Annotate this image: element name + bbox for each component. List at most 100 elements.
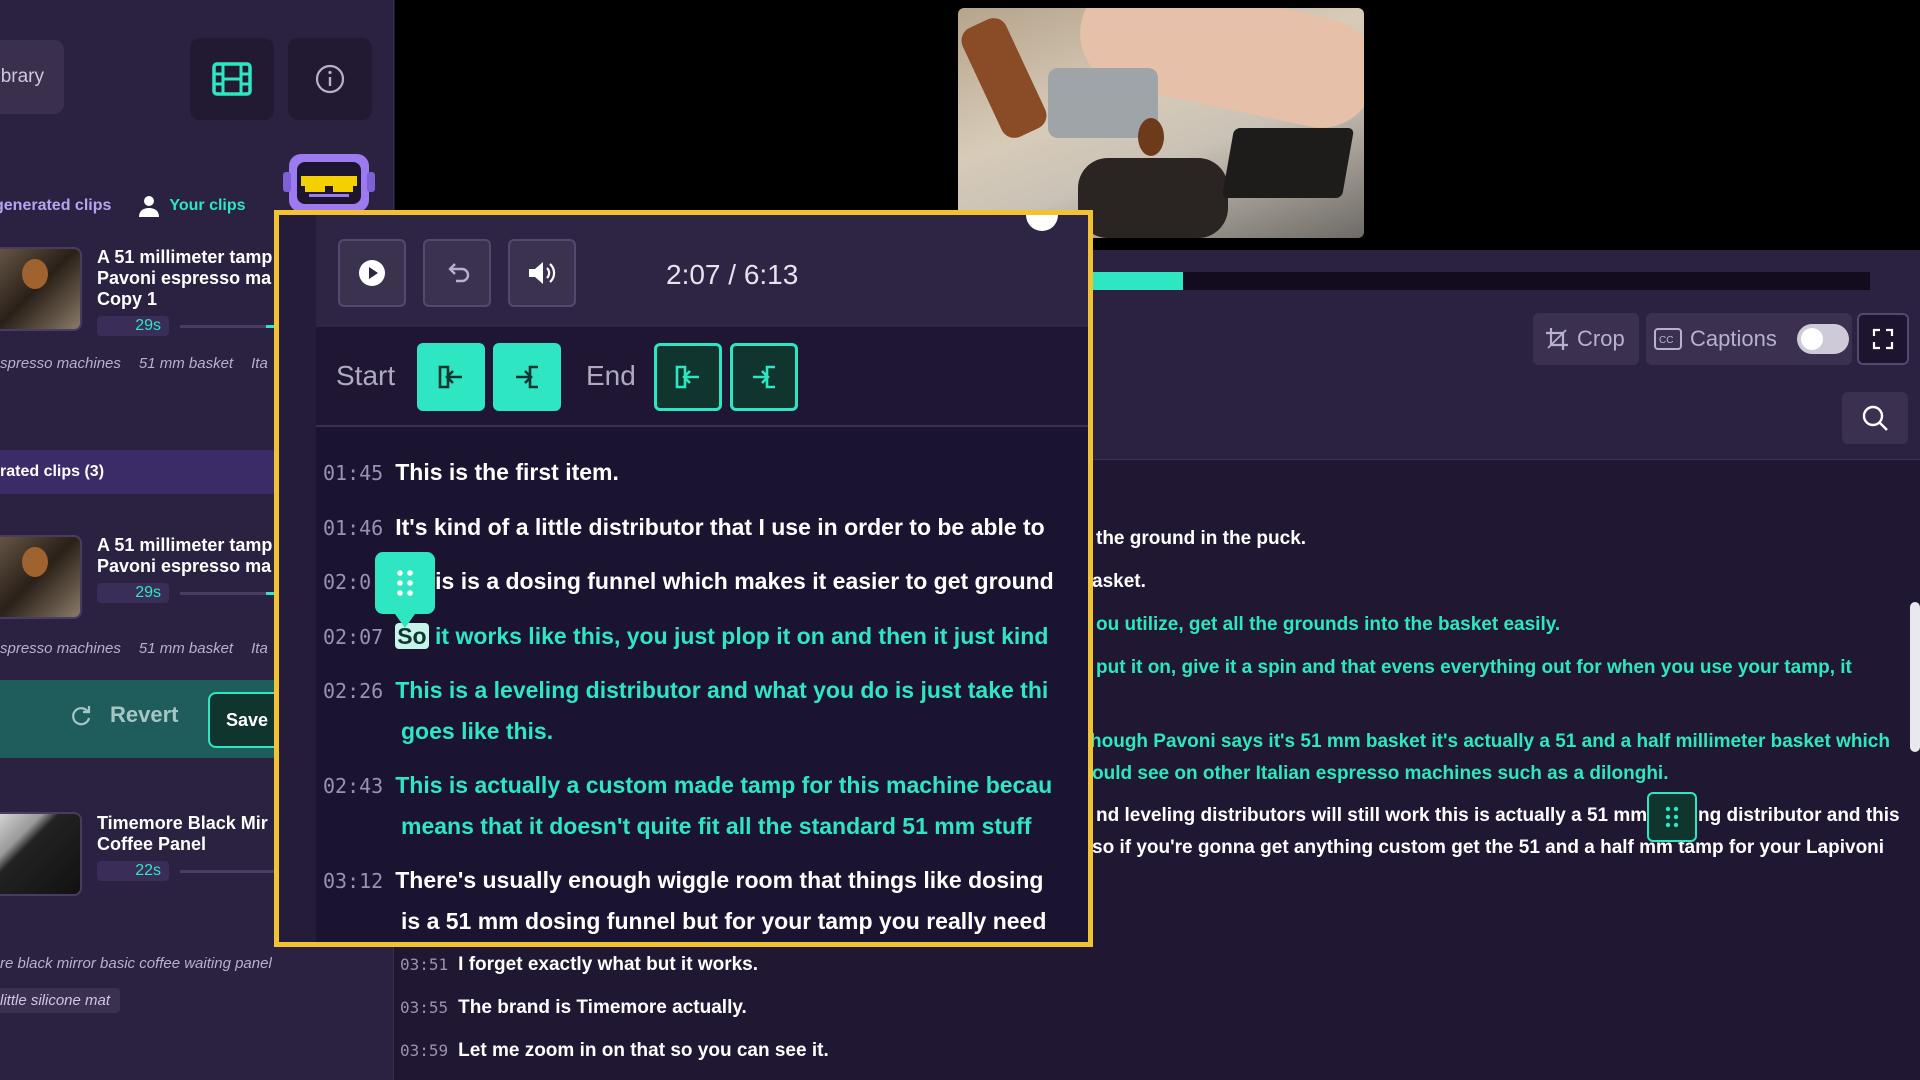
zoom-transcript-line[interactable]: 02:43 This is actually a custom made tamp… [323, 765, 1052, 806]
crop-button[interactable]: Crop [1533, 313, 1639, 365]
transcript-text: This is a leveling distributor and what … [395, 677, 1049, 703]
app-root: brary generated clips Your clips A 51 mi… [0, 0, 1920, 1080]
zoom-transcript-line[interactable]: 03:12 There's usually enough wiggle room … [323, 860, 1043, 901]
tab-your-clips-label: Your clips [169, 197, 246, 214]
crop-icon [1546, 328, 1568, 350]
transcript-line[interactable]: 03:55 The brand is Timemore actually. [400, 996, 747, 1020]
robot-mascot-icon [283, 154, 375, 212]
start-label: Start [336, 360, 396, 391]
transcript-text: This is actually a custom made tamp for … [395, 772, 1053, 798]
info-icon [315, 64, 345, 94]
clip-title: Timemore Black Mir Coffee Panel [97, 813, 268, 854]
clip-progress [180, 870, 280, 873]
clip-thumbnail [0, 535, 82, 619]
volume-icon [529, 262, 556, 284]
info-button[interactable] [288, 38, 372, 120]
drag-dots-icon [1665, 806, 1679, 828]
transcript-line[interactable]: ould see on other Italian espresso machi… [1092, 762, 1669, 786]
tag: spresso machines [0, 355, 121, 372]
film-button[interactable] [190, 38, 274, 120]
crop-label: Crop [1577, 326, 1625, 351]
transcript-text: This is the first item. [395, 459, 619, 485]
clip-tags: spresso machines 51 mm basket Ita [0, 640, 286, 657]
svg-text:CC: CC [1659, 335, 1673, 346]
clip-duration: 29s [97, 583, 169, 603]
undo-button[interactable] [423, 239, 491, 307]
clip-duration: 22s [97, 861, 169, 881]
arrow-in-icon [438, 365, 462, 389]
user-icon [139, 196, 160, 217]
clip-title: A 51 millimeter tamp Pavoni espresso ma … [97, 247, 273, 309]
transcript-scrollbar[interactable] [1910, 602, 1920, 752]
transcript-line[interactable]: put it on, give it a spin and that evens… [1096, 656, 1852, 680]
search-button[interactable] [1842, 392, 1908, 444]
captions-control[interactable]: CC Captions [1646, 313, 1852, 365]
clip-tag: re black mirror basic coffee waiting pan… [0, 955, 272, 972]
transcript-line[interactable]: ou utilize, get all the grounds into the… [1096, 613, 1560, 637]
end-set-out-button[interactable] [730, 343, 798, 411]
section-header: rated clips (3) [0, 450, 280, 494]
tag: spresso machines [0, 640, 121, 657]
arrow-out-icon [753, 365, 775, 389]
clip-tabs: generated clips Your clips [0, 195, 246, 217]
revert-button[interactable]: Revert [70, 702, 178, 728]
transcript-text: Let me zoom in on that so you can see it… [458, 1040, 829, 1061]
revert-label: Revert [110, 702, 179, 727]
timestamp: 03:12 [323, 869, 384, 893]
library-button[interactable]: brary [0, 40, 64, 114]
drag-dots-icon [397, 570, 413, 596]
zoom-drag-handle[interactable] [375, 552, 435, 628]
zoom-playback-bar: 2:07 / 6:13 [316, 215, 1088, 327]
zoom-transcript-line[interactable]: 02:26 This is a leveling distributor and … [323, 670, 1048, 711]
zoom-transcript-line[interactable]: 01:45 This is the first item. [323, 452, 619, 493]
transcript-line[interactable]: the ground in the puck. [1096, 527, 1306, 551]
play-button[interactable] [338, 239, 406, 307]
end-label: End [586, 360, 636, 391]
zoom-transcript-cont: goes like this. [401, 718, 554, 744]
transcript-line[interactable]: asket. [1092, 570, 1146, 594]
zoom-transcript-cont: means that it doesn't quite fit all the … [401, 813, 1032, 839]
start-set-in-button[interactable] [417, 343, 485, 411]
tab-generated-clips[interactable]: generated clips [0, 197, 111, 215]
transcript-line[interactable]: ng distributor and this [1698, 804, 1900, 828]
end-set-in-button[interactable] [654, 343, 722, 411]
scrub-dot[interactable] [1026, 215, 1058, 231]
clip-tag: little silicone mat [0, 988, 121, 1013]
transcript-line[interactable]: 03:59 Let me zoom in on that so you can s… [400, 1039, 829, 1063]
captions-toggle[interactable] [1796, 324, 1849, 354]
timestamp: 01:45 [323, 461, 384, 485]
progress-bar[interactable] [1093, 272, 1870, 290]
clip-tags: spresso machines 51 mm basket Ita [0, 355, 286, 372]
zoom-transcript-line[interactable]: 01:46 It's kind of a little distributor t… [323, 507, 1045, 548]
captions-label: Captions [1690, 326, 1777, 351]
transcript-text: It's kind of a little distributor that I… [395, 514, 1045, 540]
play-icon [359, 260, 385, 286]
timestamp: 01:46 [323, 516, 384, 540]
cc-icon: CC [1654, 328, 1682, 350]
transcript-line[interactable]: so if you're gonna get anything custom g… [1092, 836, 1884, 860]
timestamp: 03:51 [400, 955, 449, 974]
film-icon [212, 62, 252, 96]
tag: Ita [251, 355, 268, 372]
clip-thumbnail [0, 812, 82, 896]
transcript-line[interactable]: hough Pavoni says it's 51 mm basket it's… [1090, 730, 1890, 754]
drag-handle[interactable] [1647, 792, 1697, 842]
timestamp: 03:55 [400, 998, 449, 1017]
fullscreen-button[interactable] [1857, 313, 1909, 365]
zoom-transcript-line[interactable]: 02:07 So it works like this, you just plo… [323, 616, 1048, 657]
revert-save-bar: Revert Save [0, 680, 290, 758]
start-set-out-button[interactable] [493, 343, 561, 411]
tag: 51 mm basket [138, 355, 234, 372]
clip-duration: 29s [97, 316, 169, 336]
timestamp: 03:59 [400, 1041, 449, 1060]
time-display: 2:07 / 6:13 [666, 259, 799, 290]
volume-button[interactable] [508, 239, 576, 307]
progress-fill [1093, 272, 1183, 290]
transcript-line[interactable]: nd leveling distributors will still work… [1096, 804, 1647, 828]
transcript-text: I forget exactly what but it works. [458, 954, 759, 975]
transcript-line[interactable]: 03:51 I forget exactly what but it works. [400, 953, 758, 977]
search-icon [1862, 405, 1888, 431]
video-frame[interactable] [958, 8, 1364, 238]
tab-your-clips[interactable]: Your clips [139, 195, 246, 217]
fullscreen-icon [1872, 328, 1894, 350]
